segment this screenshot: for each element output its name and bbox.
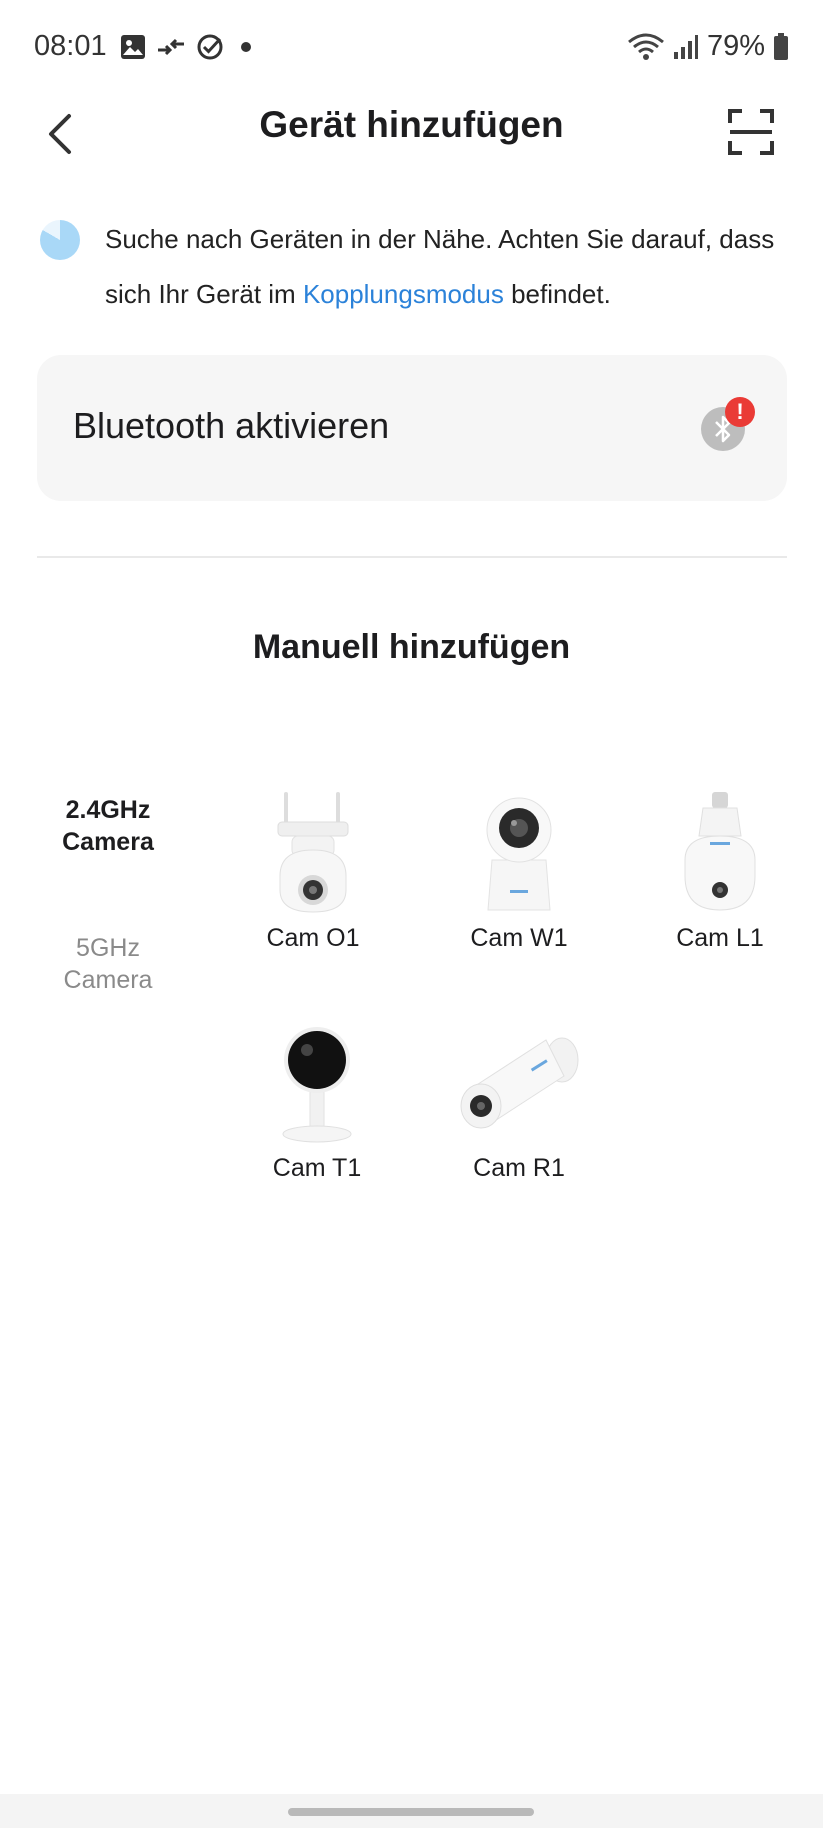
status-icons-right: 79%: [627, 30, 789, 63]
manual-add-title: Manuell hinzufügen: [252, 628, 571, 666]
bluetooth-label: Bluetooth aktivieren: [73, 405, 390, 446]
transfer-icon: [158, 38, 184, 56]
cam-r1-image: [460, 1037, 579, 1129]
device-cam-t1[interactable]: Cam T1: [227, 1020, 407, 1183]
cam-o1-image: [277, 792, 349, 913]
device-cam-w1[interactable]: Cam W1: [429, 790, 609, 953]
screen: 08:01 79% Gerät hinzufügen Suche nach Ge…: [0, 0, 823, 1828]
device-name: Cam T1: [272, 1154, 362, 1182]
cam-t1-image: [282, 1027, 352, 1143]
loading-spinner-icon: [40, 220, 80, 260]
cam-l1-image: [684, 792, 756, 911]
device-name: Cam R1: [473, 1154, 565, 1182]
home-gesture-handle[interactable]: [288, 1808, 534, 1816]
search-info: Suche nach Geräten in der Nähe. Achten S…: [38, 212, 798, 322]
category-tab-2-4ghz[interactable]: 2.4GHz Camera: [40, 794, 176, 858]
device-name: Cam O1: [266, 924, 360, 952]
check-circle-icon: [197, 34, 223, 60]
info-text: Suche nach Geräten in der Nähe. Achten S…: [105, 212, 798, 322]
device-name: Cam W1: [470, 924, 568, 952]
page-title: Gerät hinzufügen: [259, 104, 564, 145]
info-text-after: befindet.: [503, 279, 611, 309]
alert-badge-icon: !: [725, 397, 755, 427]
device-cam-r1[interactable]: Cam R1: [429, 1020, 609, 1183]
cam-w1-image: [486, 797, 552, 911]
pairing-mode-link[interactable]: Kopplungsmodus: [303, 279, 504, 309]
battery-percent: 79%: [706, 30, 765, 62]
header: Gerät hinzufügen: [0, 92, 823, 212]
gallery-icon: [121, 35, 145, 59]
status-time: 08:01: [34, 30, 107, 62]
scan-button[interactable]: [717, 98, 785, 166]
category-tab-5ghz[interactable]: 5GHz Camera: [40, 932, 176, 996]
system-nav-bar: [0, 1794, 823, 1828]
scan-frame-icon: [728, 109, 774, 155]
bluetooth-enable-card[interactable]: Bluetooth aktivieren !: [37, 355, 787, 501]
device-name: Cam L1: [676, 924, 764, 952]
status-bar: 08:01 79%: [0, 0, 823, 92]
device-cam-o1[interactable]: Cam O1: [223, 790, 403, 953]
divider: [37, 556, 787, 558]
wifi-icon: [628, 33, 664, 60]
signal-icon: [673, 34, 698, 59]
device-cam-l1[interactable]: Cam L1: [630, 790, 810, 953]
battery-icon: [774, 32, 788, 60]
status-icons-left: [120, 33, 258, 61]
dot-icon: [241, 42, 251, 52]
